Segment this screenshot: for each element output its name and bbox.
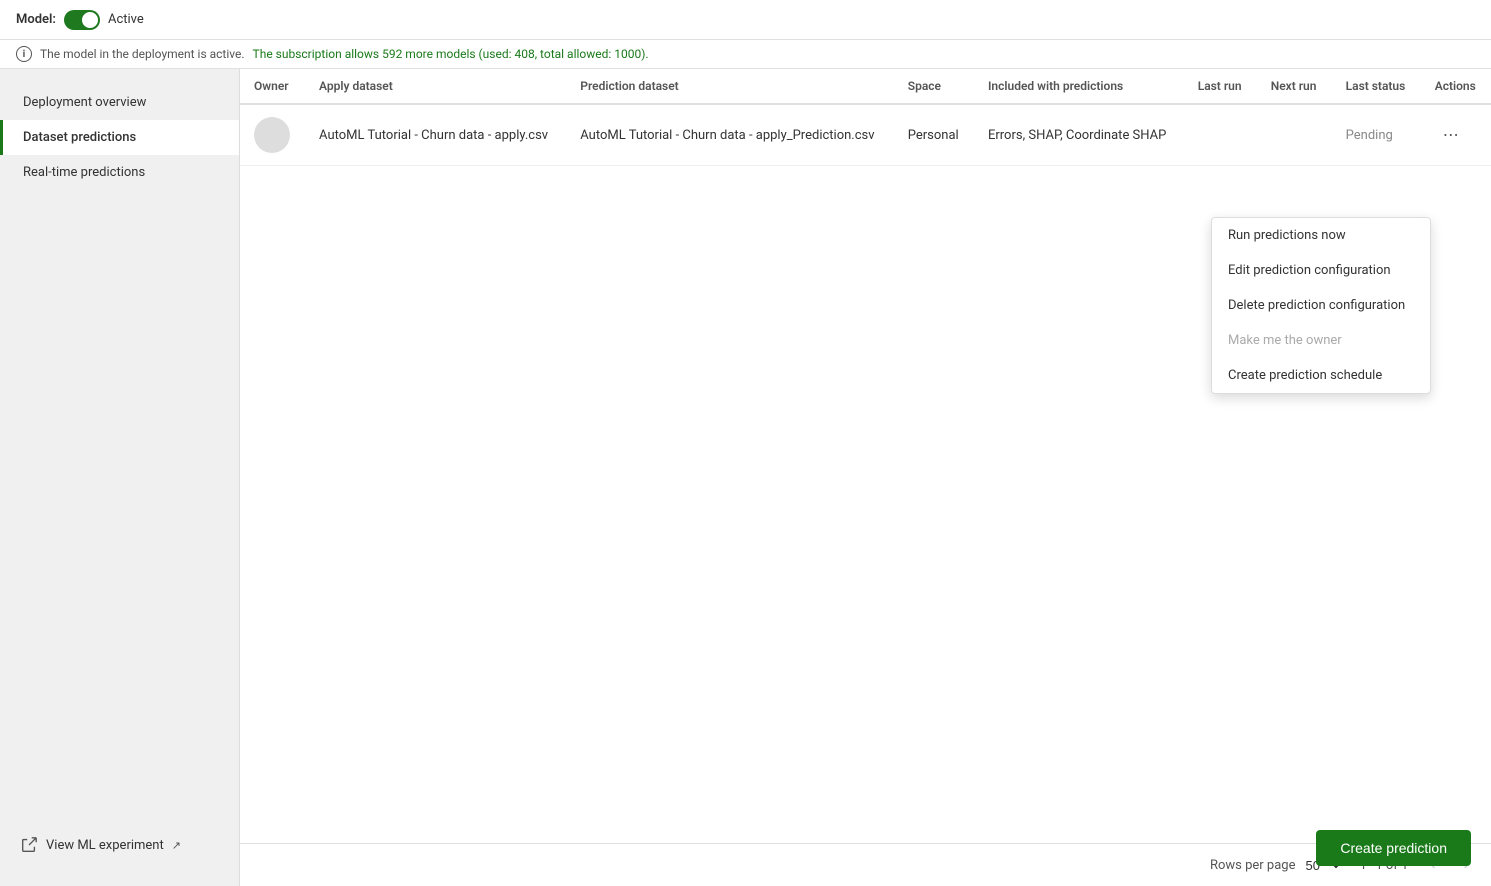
sidebar-item-dataset-predictions[interactable]: Dataset predictions	[0, 120, 239, 155]
col-last-status: Last status	[1332, 69, 1421, 104]
avatar	[254, 117, 290, 153]
active-label: Active	[108, 12, 144, 27]
col-prediction-dataset: Prediction dataset	[566, 69, 894, 104]
col-actions: Actions	[1421, 69, 1491, 104]
col-apply-dataset: Apply dataset	[305, 69, 566, 104]
table-row: AutoML Tutorial - Churn data - apply.csv…	[240, 104, 1491, 166]
predictions-table: Owner Apply dataset Prediction dataset S…	[240, 69, 1491, 166]
cell-actions: ⋯	[1421, 104, 1491, 166]
sidebar-item-label: Real-time predictions	[23, 165, 145, 180]
cell-owner	[240, 104, 305, 166]
info-text-prefix: The model in the deployment is active.	[40, 47, 245, 61]
dropdown-create-schedule[interactable]: Create prediction schedule	[1212, 358, 1430, 393]
cell-space: Personal	[894, 104, 974, 166]
bottom-bar: Rows per page 50 25 100 1–1 of 1 ‹ ›	[240, 843, 1491, 886]
cell-apply-dataset: AutoML Tutorial - Churn data - apply.csv	[305, 104, 566, 166]
info-text-green: The subscription allows 592 more models …	[253, 47, 649, 61]
table-header-row: Owner Apply dataset Prediction dataset S…	[240, 69, 1491, 104]
col-space: Space	[894, 69, 974, 104]
create-prediction-button[interactable]: Create prediction	[1316, 830, 1471, 866]
sidebar: Deployment overview Dataset predictions …	[0, 69, 240, 886]
sidebar-item-label: Dataset predictions	[23, 130, 136, 145]
view-ml-experiment-link[interactable]: View ML experiment ↗	[0, 820, 239, 870]
rows-per-page-label: Rows per page	[1210, 858, 1296, 873]
sidebar-item-real-time-predictions[interactable]: Real-time predictions	[0, 155, 239, 190]
dropdown-run-now[interactable]: Run predictions now	[1212, 218, 1430, 253]
experiment-icon	[20, 836, 38, 854]
actions-dropdown: Run predictions now Edit prediction conf…	[1211, 217, 1431, 394]
dropdown-make-owner: Make me the owner	[1212, 323, 1430, 358]
model-label: Model:	[16, 12, 56, 27]
top-bar: Model: Active	[0, 0, 1491, 40]
info-bar: i The model in the deployment is active.…	[0, 40, 1491, 69]
col-last-run: Last run	[1184, 69, 1257, 104]
sidebar-item-label: Deployment overview	[23, 95, 146, 110]
info-icon: i	[16, 46, 32, 62]
external-link-icon: ↗	[172, 839, 181, 852]
table-wrapper: Owner Apply dataset Prediction dataset S…	[240, 69, 1491, 843]
col-included-predictions: Included with predictions	[974, 69, 1184, 104]
actions-menu-button[interactable]: ⋯	[1435, 121, 1467, 149]
content-area: Owner Apply dataset Prediction dataset S…	[240, 69, 1491, 886]
status-badge: Pending	[1346, 128, 1393, 143]
dropdown-delete-config[interactable]: Delete prediction configuration	[1212, 288, 1430, 323]
cell-last-run	[1184, 104, 1257, 166]
cell-next-run	[1257, 104, 1332, 166]
sidebar-bottom-label: View ML experiment	[46, 838, 164, 853]
col-next-run: Next run	[1257, 69, 1332, 104]
main-layout: Deployment overview Dataset predictions …	[0, 69, 1491, 886]
col-owner: Owner	[240, 69, 305, 104]
cell-last-status: Pending	[1332, 104, 1421, 166]
cell-prediction-dataset: AutoML Tutorial - Churn data - apply_Pre…	[566, 104, 894, 166]
model-toggle[interactable]	[64, 10, 100, 30]
cell-included-predictions: Errors, SHAP, Coordinate SHAP	[974, 104, 1184, 166]
dropdown-edit-config[interactable]: Edit prediction configuration	[1212, 253, 1430, 288]
sidebar-item-deployment-overview[interactable]: Deployment overview	[0, 85, 239, 120]
